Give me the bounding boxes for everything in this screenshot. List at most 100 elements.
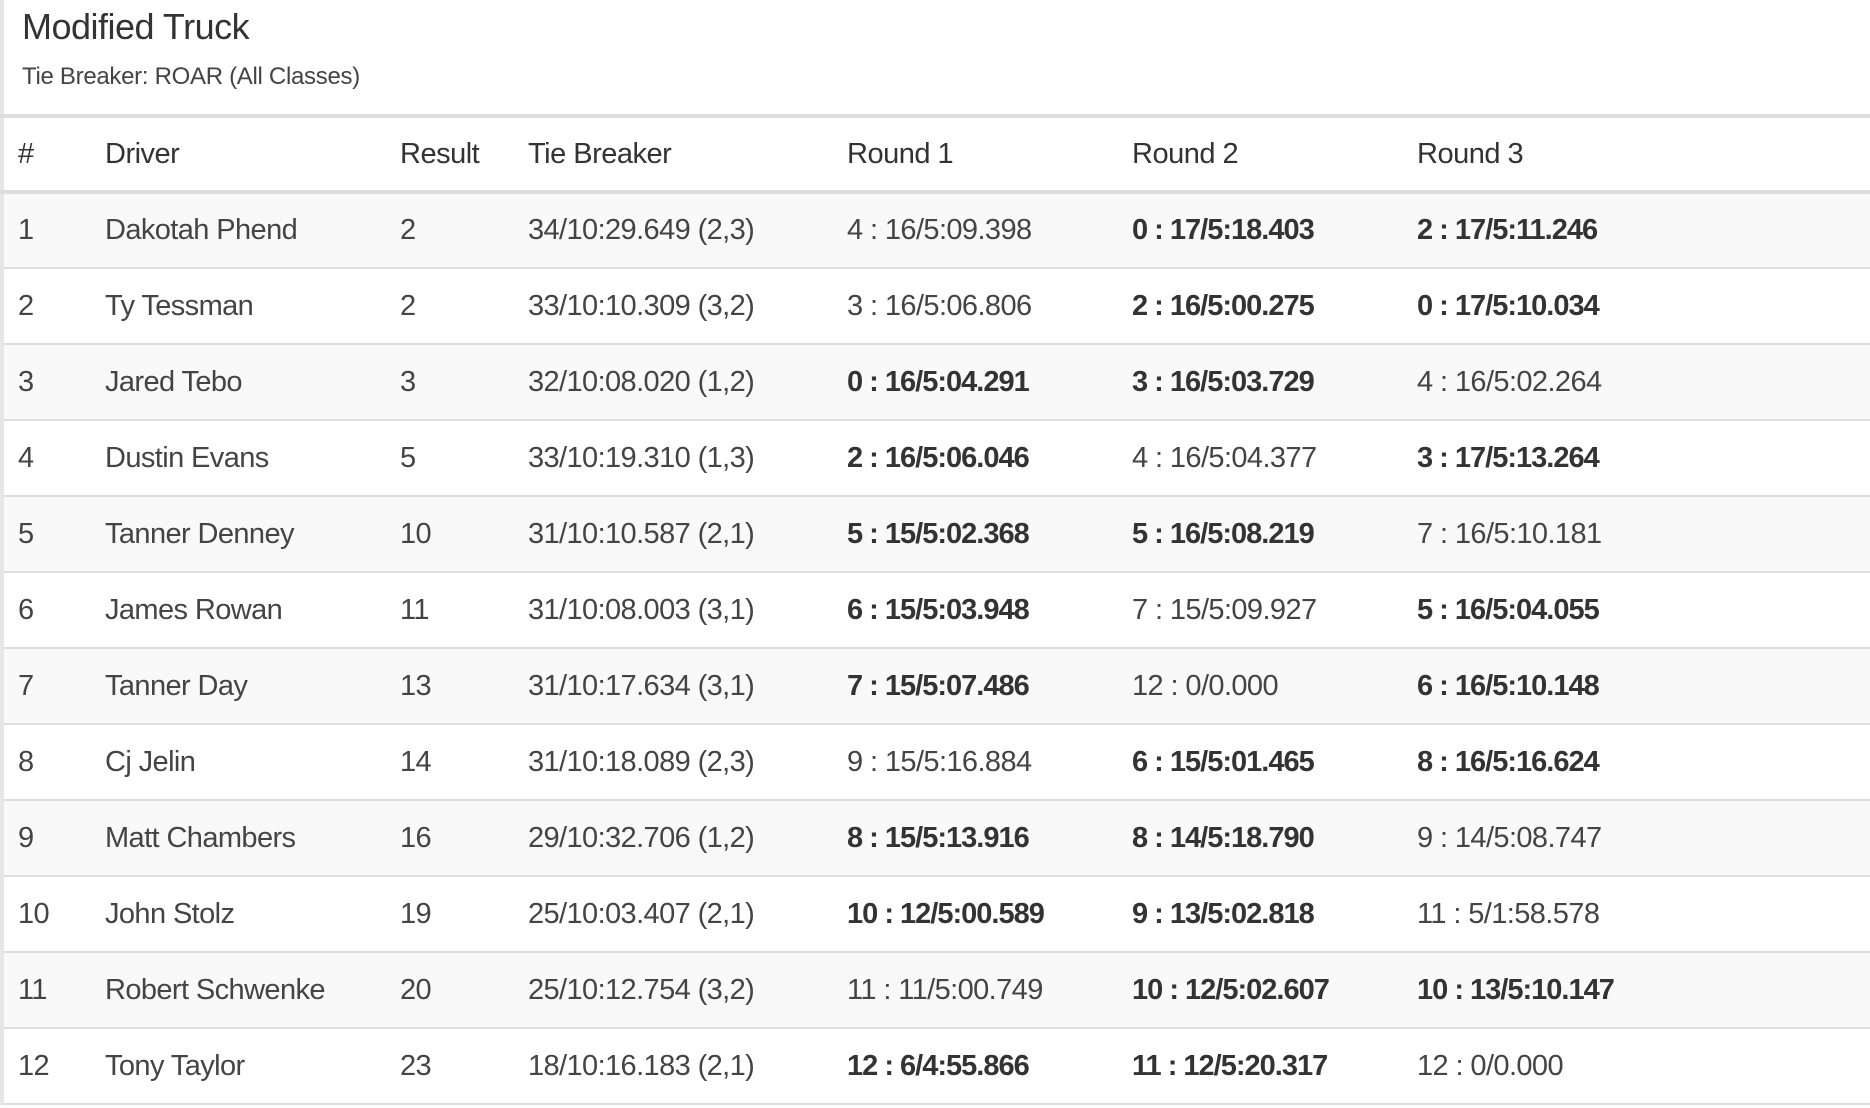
cell-result: 16 xyxy=(400,821,432,854)
results-header: Modified Truck Tie Breaker: ROAR (All Cl… xyxy=(0,0,1870,114)
cell-tie-breaker: 31/10:18.089 (2,3) xyxy=(528,745,755,778)
column-header-tie-breaker[interactable]: Tie Breaker xyxy=(514,116,833,192)
cell-round-3: 6 : 16/5:10.148 xyxy=(1417,669,1600,702)
cell-round-2: 4 : 16/5:04.377 xyxy=(1132,441,1317,474)
cell-driver: Cj Jelin xyxy=(105,745,196,778)
cell-round-1: 0 : 16/5:04.291 xyxy=(847,365,1030,398)
cell-result: 2 xyxy=(400,214,416,246)
cell-driver: James Rowan xyxy=(105,593,283,626)
cell-rank: 11 xyxy=(18,973,48,1006)
cell-result: 5 xyxy=(400,441,416,474)
cell-rank: 2 xyxy=(18,289,34,322)
cell-result: 14 xyxy=(400,745,432,778)
cell-rank: 7 xyxy=(18,669,34,702)
cell-result: 10 xyxy=(400,517,432,550)
table-row: 5 Tanner Denney 10 31/10:10.587 (2,1) 5 : 15… xyxy=(2,496,1870,572)
results-table: # Driver Result Tie Breaker Round 1 Roun… xyxy=(0,114,1870,1105)
page-title: Modified Truck xyxy=(22,6,250,47)
cell-round-2: 6 : 15/5:01.465 xyxy=(1132,745,1315,778)
tie-breaker-note: Tie Breaker: ROAR (All Classes) xyxy=(22,63,360,90)
cell-rank: 10 xyxy=(18,897,50,930)
cell-rank: 1 xyxy=(18,214,34,246)
cell-driver: Robert Schwenke xyxy=(105,973,326,1006)
table-header: # Driver Result Tie Breaker Round 1 Roun… xyxy=(2,116,1870,192)
cell-round-2: 9 : 13/5:02.818 xyxy=(1132,897,1315,930)
column-header-round-1[interactable]: Round 1 xyxy=(833,116,1118,192)
cell-round-1: 11 : 11/5:00.749 xyxy=(847,973,1043,1006)
column-header-round-3[interactable]: Round 3 xyxy=(1403,116,1870,192)
cell-round-3: 10 : 13/5:10.147 xyxy=(1417,973,1615,1006)
cell-round-2: 10 : 12/5:02.607 xyxy=(1132,973,1330,1006)
table-header-row: # Driver Result Tie Breaker Round 1 Roun… xyxy=(2,116,1870,192)
cell-result: 20 xyxy=(400,973,432,1006)
cell-tie-breaker: 25/10:12.754 (3,2) xyxy=(528,973,755,1006)
table-row: 2 Ty Tessman 2 33/10:10.309 (3,2) 3 : 16/5:0… xyxy=(2,268,1870,344)
cell-round-2: 2 : 16/5:00.275 xyxy=(1132,289,1315,322)
cell-rank: 6 xyxy=(18,593,34,626)
cell-result: 13 xyxy=(400,669,432,702)
cell-round-3: 2 : 17/5:11.246 xyxy=(1417,214,1598,246)
cell-tie-breaker: 33/10:19.310 (1,3) xyxy=(528,441,755,474)
column-header-result[interactable]: Result xyxy=(386,116,514,192)
cell-driver: John Stolz xyxy=(105,897,235,930)
cell-rank: 12 xyxy=(18,1049,50,1082)
table-body: 1 Dakotah Phend 2 34/10:29.649 (2,3) 4 : 16/… xyxy=(2,192,1870,1104)
cell-rank: 3 xyxy=(18,365,34,398)
cell-round-2: 3 : 16/5:03.729 xyxy=(1132,365,1315,398)
column-header-rank[interactable]: # xyxy=(2,116,91,192)
cell-driver: Dakotah Phend xyxy=(105,214,298,246)
cell-round-1: 8 : 15/5:13.916 xyxy=(847,821,1030,854)
cell-round-1: 6 : 15/5:03.948 xyxy=(847,593,1030,626)
cell-round-3: 5 : 16/5:04.055 xyxy=(1417,593,1600,626)
cell-tie-breaker: 31/10:17.634 (3,1) xyxy=(528,669,755,702)
cell-tie-breaker: 32/10:08.020 (1,2) xyxy=(528,365,755,398)
cell-round-1: 3 : 16/5:06.806 xyxy=(847,289,1032,322)
table-row: 9 Matt Chambers 16 29/10:32.706 (1,2) 8 : 15… xyxy=(2,800,1870,876)
cell-round-1: 7 : 15/5:07.486 xyxy=(847,669,1030,702)
cell-tie-breaker: 31/10:08.003 (3,1) xyxy=(528,593,755,626)
cell-result: 19 xyxy=(400,897,432,930)
table-row: 7 Tanner Day 13 31/10:17.634 (3,1) 7 : 15/5:… xyxy=(2,648,1870,724)
cell-result: 23 xyxy=(400,1049,432,1082)
cell-result: 11 xyxy=(400,593,430,626)
cell-driver: Jared Tebo xyxy=(105,365,243,398)
cell-tie-breaker: 33/10:10.309 (3,2) xyxy=(528,289,755,322)
cell-round-3: 4 : 16/5:02.264 xyxy=(1417,365,1602,398)
cell-round-2: 12 : 0/0.000 xyxy=(1132,669,1279,702)
cell-driver: Matt Chambers xyxy=(105,821,296,854)
cell-result: 3 xyxy=(400,365,416,398)
cell-rank: 4 xyxy=(18,441,34,474)
cell-rank: 5 xyxy=(18,517,34,550)
cell-rank: 9 xyxy=(18,821,34,854)
cell-driver: Ty Tessman xyxy=(105,289,254,322)
cell-round-3: 3 : 17/5:13.264 xyxy=(1417,441,1600,474)
cell-result: 2 xyxy=(400,289,416,322)
cell-round-2: 5 : 16/5:08.219 xyxy=(1132,517,1315,550)
cell-driver: Tanner Denney xyxy=(105,517,294,550)
column-header-round-2[interactable]: Round 2 xyxy=(1118,116,1403,192)
table-row: 12 Tony Taylor 23 18/10:16.183 (2,1) 12 : 6/… xyxy=(2,1028,1870,1104)
cell-round-3: 11 : 5/1:58.578 xyxy=(1417,897,1600,930)
table-row: 8 Cj Jelin 14 31/10:18.089 (2,3) 9 : 15/5:16… xyxy=(2,724,1870,800)
cell-driver: Tony Taylor xyxy=(105,1049,245,1082)
cell-round-3: 7 : 16/5:10.181 xyxy=(1417,517,1602,550)
table-row: 6 James Rowan 11 31/10:08.003 (3,1) 6 : 15/5… xyxy=(2,572,1870,648)
column-header-driver[interactable]: Driver xyxy=(91,116,386,192)
cell-round-3: 9 : 14/5:08.747 xyxy=(1417,821,1602,854)
cell-round-1: 4 : 16/5:09.398 xyxy=(847,214,1032,246)
cell-tie-breaker: 31/10:10.587 (2,1) xyxy=(528,517,755,550)
cell-round-1: 9 : 15/5:16.884 xyxy=(847,745,1032,778)
cell-round-1: 5 : 15/5:02.368 xyxy=(847,517,1030,550)
cell-tie-breaker: 25/10:03.407 (2,1) xyxy=(528,897,755,930)
results-page: Modified Truck Tie Breaker: ROAR (All Cl… xyxy=(0,0,1870,1108)
cell-driver: Tanner Day xyxy=(105,669,248,702)
cell-round-2: 8 : 14/5:18.790 xyxy=(1132,821,1315,854)
cell-tie-breaker: 18/10:16.183 (2,1) xyxy=(528,1049,755,1082)
cell-round-3: 8 : 16/5:16.624 xyxy=(1417,745,1600,778)
cell-round-2: 0 : 17/5:18.403 xyxy=(1132,214,1315,246)
table-row: 4 Dustin Evans 5 33/10:19.310 (1,3) 2 : 16/5… xyxy=(2,420,1870,496)
cell-round-1: 2 : 16/5:06.046 xyxy=(847,441,1030,474)
cell-round-2: 11 : 12/5:20.317 xyxy=(1132,1049,1328,1082)
cell-round-3: 0 : 17/5:10.034 xyxy=(1417,289,1600,322)
table-row: 10 John Stolz 19 25/10:03.407 (2,1) 10 : 12/… xyxy=(2,876,1870,952)
